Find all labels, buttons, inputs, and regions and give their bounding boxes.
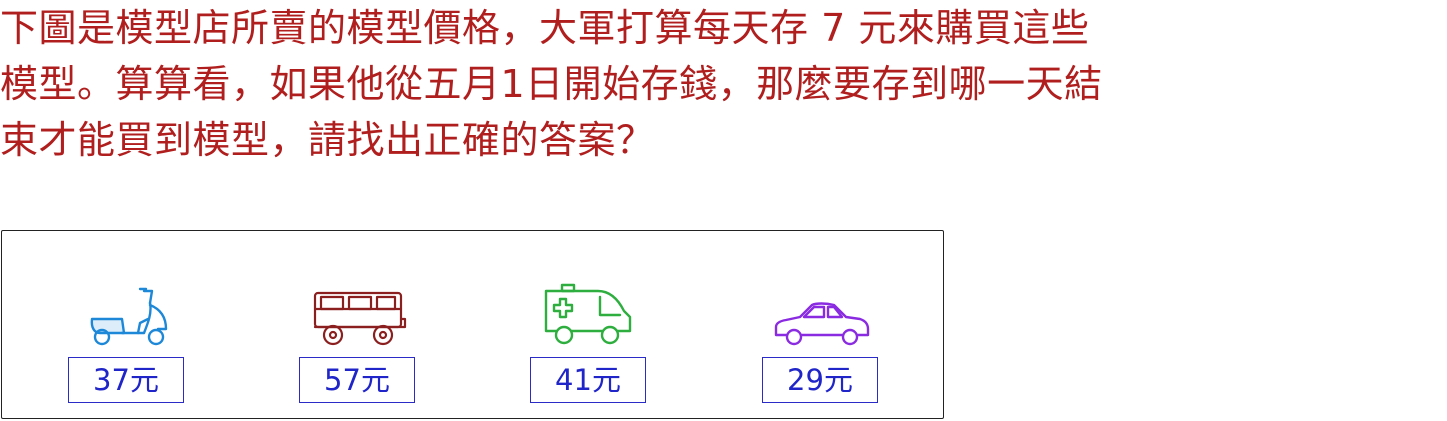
price-jeep: 57元 xyxy=(299,357,415,403)
model-item-ambulance: 41元 xyxy=(530,283,650,407)
question-line-3: 束才能買到模型，請找出正確的答案？ xyxy=(0,118,655,162)
ambulance-icon xyxy=(544,283,632,345)
question-line-2: 模型。算算看，如果他從五月1日開始存錢，那麼要存到哪一天結 xyxy=(0,62,1103,106)
model-item-car: 29元 xyxy=(762,283,882,407)
question-line-1: 下圖是模型店所賣的模型價格，大軍打算每天存 7 元來購買這些 xyxy=(0,6,1090,50)
question-text: 下圖是模型店所賣的模型價格，大軍打算每天存 7 元來購買這些 模型。算算看，如果… xyxy=(0,0,1447,168)
price-ambulance: 41元 xyxy=(530,357,646,403)
car-icon xyxy=(774,302,870,346)
model-item-jeep: 57元 xyxy=(299,283,419,407)
model-price-panel: 37元 57元 41元 29元 xyxy=(1,230,944,419)
jeep-icon xyxy=(313,291,407,346)
scooter-icon xyxy=(90,287,168,346)
model-item-scooter: 37元 xyxy=(68,283,188,407)
price-scooter: 37元 xyxy=(68,357,184,403)
price-car: 29元 xyxy=(762,357,878,403)
